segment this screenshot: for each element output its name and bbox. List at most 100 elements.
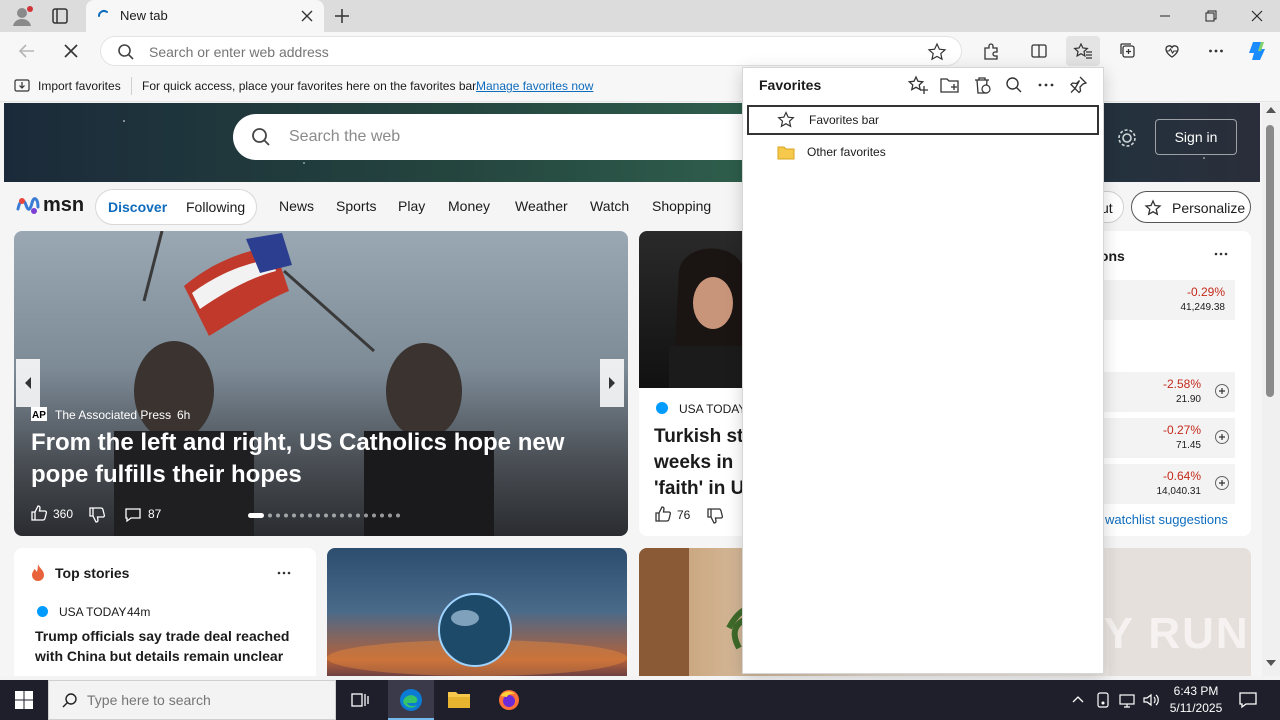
watchlist-row[interactable]: -2.58% 21.90 — [1100, 372, 1235, 412]
image-story-card[interactable] — [327, 548, 627, 676]
top-stories-title: Top stories — [55, 565, 130, 581]
settings-more-icon[interactable] — [1199, 36, 1233, 66]
edge-taskbar-button[interactable] — [388, 680, 434, 720]
copilot-icon[interactable] — [1241, 36, 1275, 66]
more-options-icon[interactable] — [276, 568, 292, 578]
windows-start-icon[interactable] — [14, 690, 34, 710]
search-icon — [61, 692, 79, 710]
watchlist-row[interactable]: -0.64% 14,040.31 — [1100, 464, 1235, 504]
carousel-dots — [248, 513, 400, 518]
new-tab-button[interactable] — [332, 6, 352, 26]
address-input[interactable] — [149, 44, 849, 60]
scroll-down-arrow-icon[interactable] — [1266, 660, 1276, 666]
minimize-button[interactable] — [1142, 0, 1188, 32]
search-favorites-icon[interactable] — [1003, 74, 1025, 96]
page-scrollbar[interactable] — [1262, 103, 1280, 676]
close-tab-icon[interactable] — [300, 9, 314, 23]
back-button[interactable] — [16, 40, 38, 62]
more-options-icon[interactable] — [1035, 74, 1057, 96]
scrollbar-thumb[interactable] — [1266, 125, 1274, 397]
pin-icon[interactable] — [1067, 74, 1089, 96]
comment-icon[interactable] — [124, 506, 142, 524]
nav-weather[interactable]: Weather — [515, 198, 568, 214]
msn-logo[interactable]: msn — [16, 191, 84, 219]
carousel-next-button[interactable] — [600, 359, 624, 407]
device-icon[interactable] — [1094, 691, 1112, 709]
personalize-icon — [1144, 199, 1162, 217]
tab-following[interactable]: Following — [186, 199, 245, 215]
watchlist-suggestions-link[interactable]: watchlist suggestions — [1105, 512, 1228, 527]
favorites-button[interactable] — [1066, 36, 1100, 66]
restore-button[interactable] — [1188, 0, 1234, 32]
hero-story-card[interactable]: AP The Associated Press · 6h From the le… — [14, 231, 628, 536]
add-folder-icon[interactable] — [939, 74, 961, 96]
manage-favorites-icon[interactable] — [971, 74, 993, 96]
file-explorer-icon[interactable] — [447, 688, 471, 710]
top-story-headline[interactable]: Trump officials say trade deal reached w… — [35, 626, 295, 666]
hero-headline[interactable]: From the left and right, US Catholics ho… — [31, 427, 621, 491]
profile-icon[interactable] — [10, 4, 34, 28]
carousel-prev-button[interactable] — [16, 359, 40, 407]
favorites-panel: Favorites Favorites bar Other favorites — [742, 67, 1104, 674]
search-icon — [251, 127, 271, 147]
hero-source: The Associated Press — [55, 408, 172, 422]
hero-comments: 87 — [148, 507, 162, 521]
watchlist-change: -0.29% — [1186, 285, 1225, 299]
firefox-icon[interactable] — [497, 688, 521, 712]
divider — [131, 77, 132, 95]
watchlist-row[interactable]: -0.27% 71.45 — [1100, 418, 1235, 458]
split-screen-icon[interactable] — [1022, 36, 1056, 66]
more-options-icon[interactable] — [1213, 249, 1229, 259]
second-headline[interactable]: Turkish st weeks in 'faith' in U — [654, 424, 754, 502]
nav-money[interactable]: Money — [448, 198, 490, 214]
stop-loading-button[interactable] — [60, 40, 82, 62]
scroll-up-arrow-icon[interactable] — [1266, 107, 1276, 113]
add-to-watchlist-icon[interactable] — [1215, 430, 1229, 444]
close-window-button[interactable] — [1234, 0, 1280, 32]
add-this-page-to-favorites-icon[interactable] — [907, 74, 929, 96]
nav-play[interactable]: Play — [398, 198, 425, 214]
volume-icon[interactable] — [1142, 691, 1160, 709]
extensions-icon[interactable] — [974, 36, 1008, 66]
tab-new-tab[interactable]: New tab — [86, 0, 324, 32]
tab-discover[interactable]: Discover — [108, 199, 167, 215]
taskbar-search-input[interactable] — [87, 692, 327, 708]
like-icon[interactable] — [30, 504, 48, 522]
discover-following-toggle: Discover Following — [95, 189, 257, 225]
notification-icon[interactable] — [1238, 690, 1258, 710]
gear-icon[interactable] — [1116, 127, 1138, 149]
nav-sports[interactable]: Sports — [336, 198, 376, 214]
like-icon[interactable] — [654, 505, 672, 523]
network-icon[interactable] — [1118, 691, 1136, 709]
other-favorites-folder[interactable]: Other favorites — [747, 137, 1099, 167]
watchlist-price: 41,249.38 — [1180, 302, 1226, 313]
add-favorite-star-icon[interactable] — [927, 42, 947, 62]
dislike-icon[interactable] — [706, 507, 724, 525]
chevron-up-icon[interactable] — [1070, 692, 1086, 708]
address-bar[interactable] — [100, 36, 962, 66]
ap-logo-icon: AP — [31, 407, 47, 421]
import-favorites-button[interactable]: Import favorites — [38, 79, 121, 93]
tab-actions-icon[interactable] — [50, 6, 70, 26]
top-stories-card: Top stories USA TODAY · 44m Trump offici… — [14, 548, 316, 676]
clock[interactable]: 6:43 PM 5/11/2025 — [1166, 684, 1226, 715]
add-to-watchlist-icon[interactable] — [1215, 384, 1229, 398]
nav-watch[interactable]: Watch — [590, 198, 629, 214]
favorites-bar-folder[interactable]: Favorites bar — [747, 105, 1099, 135]
taskbar-search-box[interactable] — [48, 680, 336, 720]
sign-in-button[interactable]: Sign in — [1155, 119, 1237, 155]
clock-date: 5/11/2025 — [1169, 701, 1223, 715]
dislike-icon[interactable] — [88, 506, 106, 524]
collections-icon[interactable] — [1111, 36, 1145, 66]
manage-favorites-link[interactable]: Manage favorites now — [476, 79, 593, 93]
import-favorites-icon — [14, 78, 31, 94]
nav-shopping[interactable]: Shopping — [652, 198, 711, 214]
watchlist-row[interactable]: -0.29% 41,249.38 — [1100, 280, 1235, 320]
task-view-icon[interactable] — [350, 690, 370, 710]
nav-news[interactable]: News — [279, 198, 314, 214]
tab-title: New tab — [120, 8, 168, 23]
add-to-watchlist-icon[interactable] — [1215, 476, 1229, 490]
favorites-bar-hint: For quick access, place your favorites h… — [142, 79, 479, 93]
browser-essentials-icon[interactable] — [1155, 36, 1189, 66]
personalize-button[interactable]: Personalize — [1131, 191, 1251, 223]
